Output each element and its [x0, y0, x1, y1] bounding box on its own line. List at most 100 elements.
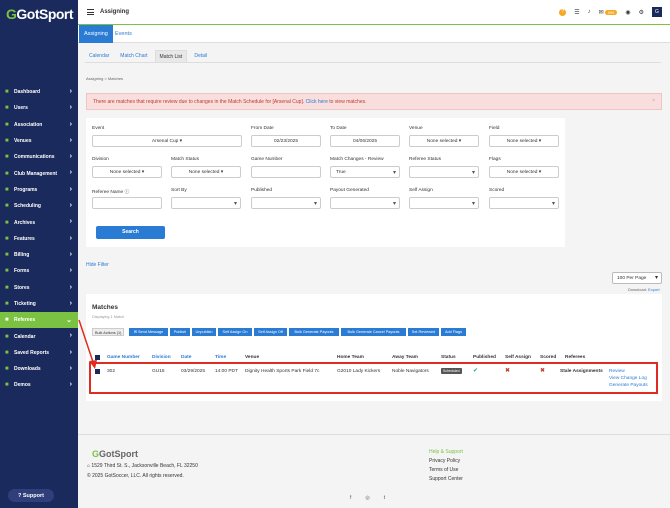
sidebar-item-label: Downloads	[14, 366, 41, 373]
twitter-icon[interactable]: t	[384, 495, 385, 501]
division-select[interactable]: None selected ▾	[92, 166, 162, 178]
sidebar-item-forms[interactable]: ■ Forms ›	[0, 263, 78, 279]
sidebar-item-dashboard[interactable]: ■ Dashboard ›	[0, 84, 78, 100]
sidebar-item-stores[interactable]: ■ Stores ›	[0, 280, 78, 296]
event-select[interactable]: Arsenal Cup ▾	[92, 135, 242, 147]
privacy-policy-link[interactable]: Privacy Policy	[429, 457, 463, 466]
alert-link[interactable]: Click here	[306, 99, 328, 105]
list-icon[interactable]: ☰	[574, 9, 579, 16]
col-division[interactable]: Division	[152, 355, 171, 360]
download-row: Download: Export	[628, 287, 660, 292]
sidebar-item-features[interactable]: ■ Features ›	[0, 231, 78, 247]
venues-icon: ■	[5, 138, 9, 145]
sidebar-item-billing[interactable]: ■ Billing ›	[0, 247, 78, 263]
hamburger-menu-icon[interactable]	[87, 9, 94, 15]
hide-filter-link[interactable]: Hide Filter	[86, 262, 109, 268]
referee-status-select[interactable]	[409, 166, 479, 178]
sidebar-item-demos[interactable]: ■ Demos ›	[0, 377, 78, 393]
instagram-icon[interactable]: ◎	[365, 495, 369, 501]
tab-assigning[interactable]: Assigning	[79, 25, 113, 43]
to-date-input[interactable]: 04/06/2025	[330, 135, 400, 147]
matches-count: Displaying 1 Match	[92, 315, 125, 319]
match-changes-select[interactable]: True	[330, 166, 400, 178]
export-link[interactable]: Export	[648, 287, 660, 292]
scored-select[interactable]	[489, 197, 559, 209]
close-icon[interactable]: ×	[652, 98, 655, 104]
sidebar-item-downloads[interactable]: ■ Downloads ›	[0, 361, 78, 377]
sidebar-item-referees[interactable]: ■ Referees ⌄	[0, 312, 78, 329]
chat-icon[interactable]: ◉	[625, 9, 630, 16]
col-game-number[interactable]: Game Number	[107, 355, 140, 360]
gotsport-logo[interactable]: GGotSport	[6, 6, 74, 22]
sort-by-select[interactable]	[171, 197, 241, 209]
breadcrumb-current: Matches	[107, 76, 124, 81]
search-button[interactable]: Search	[96, 226, 165, 239]
match-status-select[interactable]: None selected ▾	[171, 166, 241, 178]
club-icon: ■	[5, 170, 9, 177]
bulk-actions-dropdown[interactable]: Bulk Actions (1)	[92, 328, 125, 336]
support-button[interactable]: ? Support	[8, 489, 54, 502]
sidebar-item-club-management[interactable]: ■ Club Management ›	[0, 165, 78, 181]
bulk-generate-payouts-button[interactable]: Bulk Generate Payouts	[289, 328, 339, 336]
payout-generated-select[interactable]	[330, 197, 400, 209]
tab-events[interactable]: Events	[110, 25, 137, 43]
support-center-link[interactable]: Support Center	[429, 475, 463, 484]
breadcrumb-root[interactable]: Assigning	[86, 76, 103, 81]
sidebar-item-label: Communications	[14, 154, 55, 161]
match-status-label: Match Status	[171, 157, 199, 162]
help-support-link[interactable]: Help & Support	[429, 448, 463, 457]
sidebar-item-archives[interactable]: ■ Archives ›	[0, 214, 78, 230]
features-icon: ■	[5, 235, 9, 242]
sidebar-item-programs[interactable]: ■ Programs ›	[0, 182, 78, 198]
flags-select[interactable]: None selected ▾	[489, 166, 559, 178]
bulk-generate-cancel-payouts-button[interactable]: Bulk Generate Cancel Payouts	[341, 328, 406, 336]
sidebar-item-venues[interactable]: ■ Venues ›	[0, 133, 78, 149]
published-label: Published	[251, 188, 273, 193]
mail-badge: 999	[604, 9, 618, 15]
unpublish-button[interactable]: Unpublish	[192, 328, 216, 336]
add-flags-button[interactable]: Add Flags	[441, 328, 466, 336]
avatar[interactable]: G	[652, 7, 662, 17]
self-assign-off-button[interactable]: Self Assign Off	[254, 328, 287, 336]
publish-button[interactable]: Publish	[170, 328, 190, 336]
sidebar-item-communications[interactable]: ■ Communications ›	[0, 149, 78, 165]
help-icon[interactable]: ?	[559, 8, 567, 16]
col-status: Status	[441, 355, 456, 360]
sidebar-item-ticketing[interactable]: ■ Ticketing ›	[0, 296, 78, 312]
footer-logo[interactable]: GGotSport	[92, 449, 138, 459]
game-number-input[interactable]	[251, 166, 321, 178]
bell-icon[interactable]: ♪	[588, 9, 591, 15]
per-page-select[interactable]: 100 Per Page	[612, 272, 662, 284]
sidebar-item-users[interactable]: ■ Users ›	[0, 100, 78, 116]
chevron-right-icon: ›	[69, 169, 72, 177]
self-assign-select[interactable]	[409, 197, 479, 209]
facebook-icon[interactable]: f	[350, 495, 351, 501]
field-select[interactable]: None selected ▾	[489, 135, 559, 147]
venue-select[interactable]: None selected ▾	[409, 135, 479, 147]
terms-link[interactable]: Terms of Use	[429, 466, 463, 475]
sidebar-item-calendar[interactable]: ■ Calendar ›	[0, 328, 78, 344]
gear-icon[interactable]: ⚙	[639, 9, 644, 16]
sidebar-item-saved-reports[interactable]: ■ Saved Reports ›	[0, 345, 78, 361]
game-number-label: Game Number	[251, 157, 283, 162]
match-changes-label: Match Changes - Review	[330, 157, 384, 162]
self-assign-on-button[interactable]: Self Assign On	[218, 328, 252, 336]
calendar-icon: ■	[5, 333, 9, 340]
col-time[interactable]: Time	[215, 355, 226, 360]
set-reviewed-button[interactable]: Set Reviewed	[408, 328, 439, 336]
chevron-right-icon: ›	[69, 348, 72, 356]
send-message-button[interactable]: ✉ Send Message	[129, 328, 168, 336]
sidebar-item-label: Stores	[14, 284, 30, 291]
mail-icon[interactable]: ✉ 999	[599, 9, 618, 16]
sidebar-item-scheduling[interactable]: ■ Scheduling ›	[0, 198, 78, 214]
division-label: Division	[92, 157, 109, 162]
select-all-checkbox[interactable]	[95, 355, 100, 360]
sidebar-item-association[interactable]: ■ Association ›	[0, 117, 78, 133]
col-published: Published	[473, 355, 496, 360]
col-date[interactable]: Date	[181, 355, 191, 360]
sidebar: GGotSport ■ Dashboard › ■ Users › ■ Association…	[0, 0, 78, 508]
from-date-input[interactable]: 02/23/2025	[251, 135, 321, 147]
referee-name-input[interactable]	[92, 197, 162, 209]
published-select[interactable]	[251, 197, 321, 209]
chevron-right-icon: ›	[69, 381, 72, 389]
